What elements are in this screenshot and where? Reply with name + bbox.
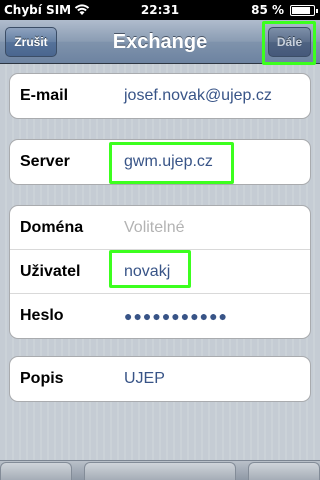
description-row[interactable]: Popis UJEP	[10, 357, 310, 401]
email-row[interactable]: E-mail josef.novak@ujep.cz	[10, 74, 310, 118]
server-label: Server	[20, 153, 70, 170]
user-row[interactable]: Uživatel novakj	[10, 250, 310, 294]
credentials-group: Doména Volitelné Uživatel novakj Heslo ●…	[9, 205, 311, 339]
domain-row[interactable]: Doména Volitelné	[10, 206, 310, 250]
email-field[interactable]: josef.novak@ujep.cz	[124, 87, 272, 105]
description-group: Popis UJEP	[9, 356, 311, 402]
domain-label: Doména	[20, 219, 84, 236]
server-group: Server gwm.ujep.cz	[9, 139, 311, 185]
password-row[interactable]: Heslo ●●●●●●●●●●●	[10, 294, 310, 338]
password-label: Heslo	[20, 307, 64, 324]
domain-field[interactable]: Volitelné	[124, 219, 185, 237]
user-field[interactable]: novakj	[124, 263, 170, 281]
description-label: Popis	[20, 370, 64, 387]
description-field[interactable]: UJEP	[124, 370, 165, 388]
battery-percentage: 85 %	[251, 3, 284, 17]
toolbar-tab-right	[248, 462, 320, 480]
password-field[interactable]: ●●●●●●●●●●●	[124, 308, 228, 324]
battery-icon	[290, 5, 318, 16]
toolbar-tab-left	[0, 462, 72, 480]
next-button[interactable]: Dále	[268, 27, 311, 57]
navigation-bar: Zrušit Exchange Dále	[0, 20, 320, 64]
server-field[interactable]: gwm.ujep.cz	[124, 153, 213, 171]
toolbar-tab-center	[84, 462, 236, 480]
server-row[interactable]: Server gwm.ujep.cz	[10, 140, 310, 184]
status-bar: Chybí SIM 22:31 85 %	[0, 0, 320, 20]
user-label: Uživatel	[20, 263, 81, 280]
email-label: E-mail	[20, 87, 69, 104]
email-group: E-mail josef.novak@ujep.cz	[9, 73, 311, 119]
